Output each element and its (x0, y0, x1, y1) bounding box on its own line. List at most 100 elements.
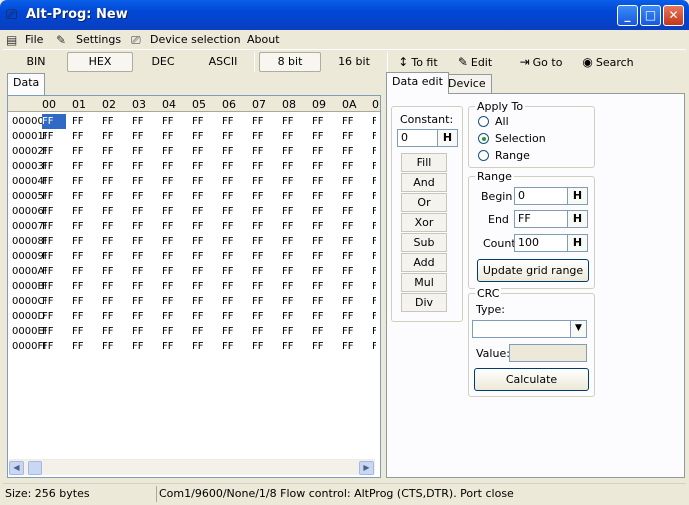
grid-cell[interactable]: FF (342, 324, 366, 339)
grid-cell[interactable]: FF (132, 114, 156, 129)
grid-cell[interactable]: FF (192, 324, 216, 339)
grid-cell[interactable]: FF (132, 129, 156, 144)
fill-button[interactable]: Fill (401, 153, 447, 172)
grid-cell[interactable]: FF (312, 279, 336, 294)
menu-file[interactable]: File (25, 32, 43, 48)
go-to-button[interactable]: ⇥ Go to (515, 52, 567, 72)
grid-cell[interactable]: FF (72, 324, 96, 339)
grid-cell[interactable]: FF (72, 144, 96, 159)
grid-cell[interactable]: FF (372, 324, 376, 339)
grid-cell[interactable]: FF (252, 279, 276, 294)
add-button[interactable]: Add (401, 253, 447, 272)
grid-cell[interactable]: FF (102, 114, 126, 129)
grid-cell[interactable]: FF (132, 264, 156, 279)
grid-cell[interactable]: FF (342, 234, 366, 249)
menu-settings[interactable]: Settings (76, 32, 121, 48)
grid-cell[interactable]: FF (192, 204, 216, 219)
grid-cell[interactable]: FF (102, 309, 126, 324)
grid-cell[interactable]: FF (132, 204, 156, 219)
horizontal-scrollbar[interactable]: ◀ ▶ (9, 459, 375, 475)
grid-cell[interactable]: FF (162, 264, 186, 279)
sub-button[interactable]: Sub (401, 233, 447, 252)
crc-type-select[interactable]: ▼ (472, 320, 587, 338)
grid-cell[interactable]: FF (222, 339, 246, 354)
width-16bit-button[interactable]: 16 bit (325, 52, 383, 72)
mode-ascii-button[interactable]: ASCII (195, 52, 251, 72)
xor-button[interactable]: Xor (401, 213, 447, 232)
to-fit-button[interactable]: ↕ To fit (393, 52, 443, 72)
grid-cell[interactable]: FF (312, 129, 336, 144)
grid-cell[interactable]: FF (252, 144, 276, 159)
grid-cell[interactable]: FF (372, 189, 376, 204)
grid-cell[interactable]: FF (342, 264, 366, 279)
close-button[interactable]: ✕ (663, 5, 684, 26)
grid-cell[interactable]: FF (192, 294, 216, 309)
grid-cell[interactable]: FF (282, 129, 306, 144)
grid-cell[interactable]: FF (312, 204, 336, 219)
grid-cell[interactable]: FF (342, 309, 366, 324)
grid-cell[interactable]: FF (102, 189, 126, 204)
grid-cell[interactable]: FF (162, 219, 186, 234)
grid-cell[interactable]: FF (282, 309, 306, 324)
grid-cell[interactable]: FF (222, 114, 246, 129)
grid-cell[interactable]: FF (282, 159, 306, 174)
grid-cell[interactable]: FF (42, 309, 66, 324)
grid-cell[interactable]: FF (312, 234, 336, 249)
grid-cell[interactable]: FF (282, 339, 306, 354)
grid-cell[interactable]: FF (72, 234, 96, 249)
grid-cell[interactable]: FF (282, 219, 306, 234)
chevron-down-icon[interactable]: ▼ (570, 321, 586, 337)
grid-cell[interactable]: FF (282, 144, 306, 159)
grid-cell[interactable]: FF (282, 264, 306, 279)
grid-cell[interactable]: FF (252, 204, 276, 219)
grid-cell[interactable]: FF (282, 174, 306, 189)
grid-cell[interactable]: FF (102, 234, 126, 249)
grid-cell[interactable]: FF (162, 249, 186, 264)
grid-cell[interactable]: FF (72, 264, 96, 279)
grid-cell[interactable]: FF (132, 159, 156, 174)
grid-cell[interactable]: FF (372, 174, 376, 189)
grid-cell[interactable]: FF (162, 114, 186, 129)
grid-cell[interactable]: FF (132, 249, 156, 264)
grid-cell[interactable]: FF (222, 264, 246, 279)
grid-cell[interactable]: FF (312, 174, 336, 189)
grid-cell[interactable]: FF (282, 249, 306, 264)
grid-cell[interactable]: FF (282, 234, 306, 249)
minimize-button[interactable]: _ (617, 5, 638, 26)
end-input[interactable]: FF H (514, 210, 588, 228)
grid-cell[interactable]: FF (102, 294, 126, 309)
grid-cell[interactable]: FF (102, 204, 126, 219)
grid-cell[interactable]: FF (372, 249, 376, 264)
apply-selection-radio[interactable] (478, 133, 489, 144)
count-hex-button[interactable]: H (567, 235, 587, 251)
data-grid[interactable]: 00 01 02 03 04 05 06 07 08 09 0A 0 00000 FF FF FF FF FF F… (7, 95, 381, 478)
grid-cell[interactable]: FF (252, 174, 276, 189)
tab-device[interactable]: Device (442, 74, 492, 94)
grid-cell[interactable]: FF (72, 129, 96, 144)
grid-cell[interactable]: FF (312, 219, 336, 234)
grid-cell[interactable]: FF (222, 129, 246, 144)
begin-input[interactable]: 0 H (514, 187, 588, 205)
grid-cell[interactable]: FF (282, 279, 306, 294)
grid-cell[interactable]: FF (192, 249, 216, 264)
grid-cell[interactable]: FF (42, 294, 66, 309)
grid-cell[interactable]: FF (72, 174, 96, 189)
div-button[interactable]: Div (401, 293, 447, 312)
grid-cell[interactable]: FF (222, 294, 246, 309)
grid-cell[interactable]: FF (72, 159, 96, 174)
grid-cell[interactable]: FF (72, 189, 96, 204)
grid-cell[interactable]: FF (102, 264, 126, 279)
grid-cell[interactable]: FF (372, 114, 376, 129)
grid-cell[interactable]: FF (42, 339, 66, 354)
tab-data-edit[interactable]: Data edit (386, 72, 449, 94)
maximize-button[interactable]: □ (640, 5, 661, 26)
grid-cell[interactable]: FF (282, 324, 306, 339)
search-button[interactable]: ◉ Search (579, 52, 637, 72)
scroll-right-icon[interactable]: ▶ (359, 461, 374, 475)
grid-cell[interactable]: FF (312, 249, 336, 264)
grid-cell[interactable]: FF (222, 279, 246, 294)
width-8bit-button[interactable]: 8 bit (259, 52, 321, 72)
and-button[interactable]: And (401, 173, 447, 192)
menu-about[interactable]: About (247, 32, 280, 48)
grid-cell[interactable]: FF (222, 204, 246, 219)
